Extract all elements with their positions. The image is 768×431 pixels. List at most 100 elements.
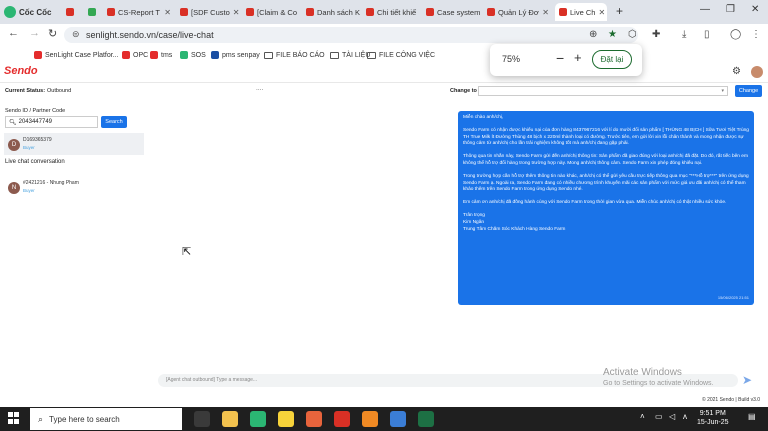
bookmark-item[interactable]: OPC: [122, 49, 148, 61]
current-status-label: Current Status:: [5, 88, 46, 94]
tab-title: Chi tiết khiế: [377, 7, 417, 17]
forward-icon[interactable]: →: [29, 27, 40, 39]
browser-tab[interactable]: Live Ch ✕: [555, 3, 607, 21]
tab-close-icon[interactable]: ✕: [598, 8, 605, 17]
puzzle-icon[interactable]: ✚: [652, 29, 660, 40]
change-to-select[interactable]: ▾: [478, 86, 728, 96]
browser-tab[interactable]: [SDF Custo ✕: [176, 3, 241, 21]
browser-tab[interactable]: Case system ✕: [422, 3, 482, 21]
browser-brand-label: Cốc Cốc: [19, 7, 52, 17]
bookmark-star-icon[interactable]: ★: [608, 29, 617, 40]
tab-title: CS-Report T: [118, 7, 160, 17]
excel-taskbar-icon[interactable]: [418, 411, 434, 427]
sendo-id-input[interactable]: 🔍︎ 2043447749: [5, 116, 98, 128]
reload-icon[interactable]: ↻: [48, 27, 57, 40]
mouse-cursor-icon: ⇱: [182, 246, 192, 258]
bookmark-item[interactable]: FILE BÁO CÁO: [264, 49, 325, 61]
tab-title: Case system: [437, 7, 481, 17]
maximize-icon[interactable]: ❐: [726, 4, 735, 15]
site-info-icon[interactable]: ⊜: [72, 29, 80, 40]
conversation-name: #2421216 - Nhung Pham: [23, 180, 79, 186]
taskbar-search[interactable]: ⌕ Type here to search: [30, 408, 182, 430]
tab-title: Live Ch: [570, 7, 596, 17]
coccoc-taskbar-icon[interactable]: [250, 411, 266, 427]
activate-windows-title: Activate Windows: [603, 367, 682, 378]
browser-brand[interactable]: Cốc Cốc: [4, 4, 51, 20]
tab-favicon-icon: [306, 8, 314, 16]
change-button[interactable]: Change: [735, 85, 762, 97]
zoom-in-button[interactable]: +: [574, 50, 582, 65]
task-view-taskbar-icon[interactable]: [194, 411, 210, 427]
app-header: [0, 62, 768, 83]
sendo-icon: [150, 51, 158, 59]
browser-tab[interactable]: Danh sách K✕: [302, 3, 360, 21]
close-window-icon[interactable]: ✕: [751, 4, 759, 15]
settings-gear-icon[interactable]: ⚙: [732, 66, 741, 77]
contact-name: D169365379: [23, 137, 52, 143]
back-icon[interactable]: ←: [8, 27, 19, 39]
minimize-icon[interactable]: —: [700, 4, 710, 15]
menu-kebab-icon[interactable]: ⋮: [751, 29, 761, 40]
browser-tab[interactable]: Chi tiết khiế✕: [362, 3, 420, 21]
sidebar-panel-icon[interactable]: ▯: [704, 29, 710, 40]
sendo-icon: [122, 51, 130, 59]
tab-close-icon[interactable]: ✕: [542, 8, 549, 17]
taskbar-clock[interactable]: 9:51 PM 15-Jun-25: [697, 409, 729, 427]
conversation-heading: Live chat conversation: [5, 159, 65, 165]
bookmark-item[interactable]: SOS: [180, 49, 206, 61]
notification-icon[interactable]: ▤: [748, 412, 756, 421]
folder-icon: [264, 51, 273, 59]
windows-start-icon[interactable]: [8, 412, 20, 424]
volume-icon[interactable]: ◁: [669, 412, 675, 421]
file-explorer-taskbar-icon[interactable]: [222, 411, 238, 427]
app-logo[interactable]: Sendo: [4, 65, 38, 77]
browser-tab[interactable]: [84, 3, 102, 21]
folder-icon: [367, 51, 376, 59]
browser-tab[interactable]: CS-Report T ✕: [103, 3, 175, 21]
bookmark-item[interactable]: SenLight Case Platfor...: [34, 49, 119, 61]
tab-close-icon[interactable]: ✕: [164, 8, 171, 17]
zoom-icon[interactable]: ⊕: [589, 29, 597, 40]
send-icon[interactable]: ➤: [742, 373, 752, 387]
tab-close-icon[interactable]: ✕: [233, 8, 240, 17]
conversation-item[interactable]: N #2421216 - Nhung Pham Buyer: [4, 176, 144, 198]
app-blue-taskbar-icon[interactable]: [390, 411, 406, 427]
coccoc-logo-icon: [4, 6, 16, 18]
bookmark-item[interactable]: tms: [150, 49, 172, 61]
user-avatar[interactable]: [751, 66, 763, 78]
bookmark-item[interactable]: FILE CÔNG VIỆC: [367, 49, 435, 61]
new-tab-button[interactable]: +: [616, 4, 623, 18]
current-status-value: Outbound: [47, 88, 72, 94]
bookmark-item[interactable]: TÀI LIỆU: [330, 49, 370, 61]
browser-tab[interactable]: [Claim & Co✕: [242, 3, 300, 21]
chevron-down-icon: ▾: [721, 88, 724, 94]
tray-chevron-icon[interactable]: ˄: [640, 412, 645, 421]
clock-time: 9:51 PM: [699, 410, 726, 417]
sticky-notes-taskbar-icon[interactable]: [278, 411, 294, 427]
browser-tab[interactable]: [62, 3, 82, 21]
contact-result[interactable]: D D169365379 Buyer: [4, 133, 144, 155]
language-icon[interactable]: ʌ: [683, 412, 687, 421]
download-icon[interactable]: ⤓: [682, 29, 686, 40]
footer-text: © 2021 Sendo | Build v3.0: [702, 397, 761, 403]
zoom-reset-button[interactable]: Đặt lại: [592, 50, 632, 69]
tab-close-icon[interactable]: ✕: [419, 8, 420, 17]
network-icon[interactable]: ▭: [655, 412, 663, 421]
url-text[interactable]: senlight.sendo.vn/case/live-chat: [86, 30, 214, 40]
extension-icon[interactable]: ⬡: [628, 29, 637, 40]
zoom-out-button[interactable]: −: [556, 50, 564, 66]
tab-favicon-icon: [559, 8, 567, 16]
tab-favicon-icon: [180, 8, 188, 16]
search-button[interactable]: Search: [101, 116, 127, 128]
bookmark-item[interactable]: pms senpay: [211, 49, 260, 61]
bookmark-label: FILE BÁO CÁO: [276, 51, 325, 59]
change-to-label: Change to: [450, 88, 477, 94]
tab-favicon-icon: [426, 8, 434, 16]
app-orange-taskbar-icon[interactable]: [362, 411, 378, 427]
taskbar-search-placeholder: Type here to search: [49, 414, 120, 424]
app-red-taskbar-icon[interactable]: [334, 411, 350, 427]
browser-tab[interactable]: Quản Lý Đơ ✕: [483, 3, 553, 21]
folder-icon: [330, 51, 339, 59]
browser-2-taskbar-icon[interactable]: [306, 411, 322, 427]
profile-icon[interactable]: ◯: [730, 29, 741, 40]
